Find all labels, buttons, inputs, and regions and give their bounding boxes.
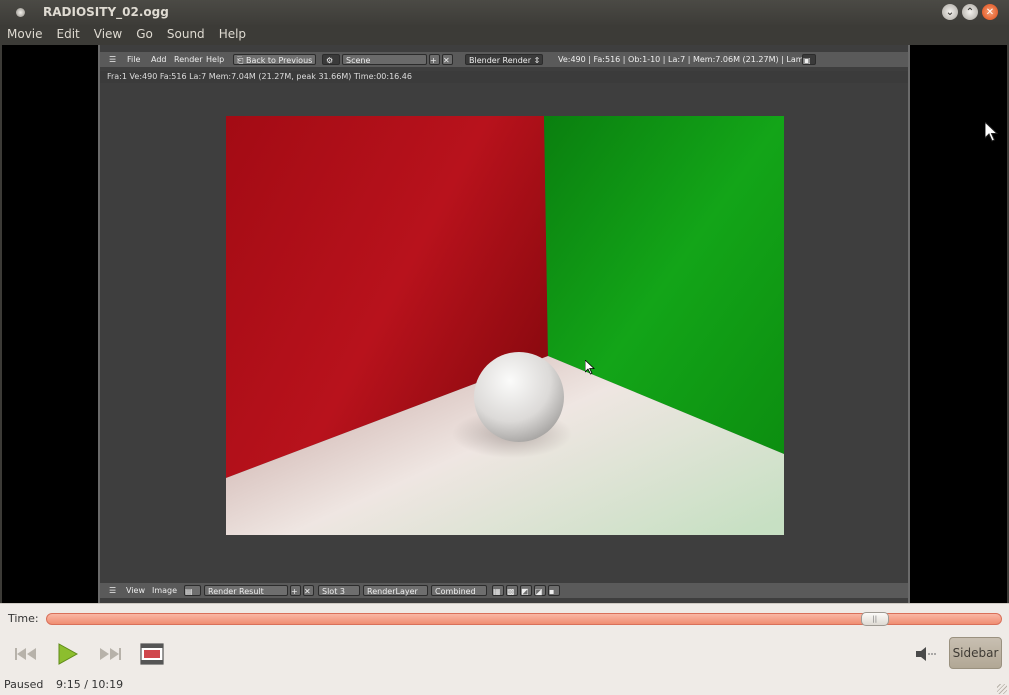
alpha-icon: ▦ [492,585,504,596]
blender-footer-image: Image [152,586,178,595]
mouse-pointer-icon [985,122,999,142]
scene-remove-icon: ✕ [442,54,453,65]
render-result-image [226,116,784,535]
pin-icon: ◪ [534,585,546,596]
blender-window-frame: ☰ File Add Render Help ⎗ Back to Previou… [98,45,910,603]
menu-help[interactable]: Help [212,25,253,45]
menu-view[interactable]: View [87,25,129,45]
blender-menu-help: Help [206,55,225,64]
render-engine-label: Blender Render [469,56,532,65]
render-result-field: Render Result [204,585,288,596]
blender-menu-render: Render [174,55,203,64]
back-to-previous-label: Back to Previous [245,56,313,65]
footer-grip-icon: ☰ [109,586,117,595]
fullscreen-button[interactable] [139,641,165,667]
next-icon [100,648,121,660]
blender-footer: ☰ View Image ▤ Render Result + ✕ Slot 3 … [100,583,908,598]
playback-status: Paused [4,678,44,691]
volume-icon [916,647,936,661]
statusbar: Paused 9:15 / 10:19 [0,677,1009,695]
image-type-icon: ▤ [184,585,201,596]
resize-grip-icon[interactable] [997,684,1007,694]
header-grip-icon: ☰ [109,55,117,64]
maximize-button[interactable]: ⌃ [962,4,978,20]
previous-icon [15,648,36,660]
back-icon: ⎗ [237,56,246,65]
brush-icon: ◩ [520,585,532,596]
next-button[interactable] [96,641,124,667]
seek-thumb[interactable]: || [860,612,889,626]
render-layer-select: RenderLayer [363,585,428,596]
back-to-previous-button: ⎗ Back to Previous [233,54,317,65]
window-titlebar: RADIOSITY_02.ogg ⌄ ⌃ ✕ [0,0,1009,25]
close-button[interactable]: ✕ [982,4,998,20]
playback-time: 9:15 / 10:19 [56,678,124,691]
render-info-bar: Fra:1 Ve:490 Fa:516 La:7 Mem:7.04M (21.2… [100,71,908,83]
image-remove-icon: ✕ [303,585,314,596]
screen-icon: ▣ [802,54,816,65]
fullscreen-icon [140,643,164,665]
cursor-icon [585,360,595,375]
sidebar-button[interactable]: Sidebar [949,637,1002,669]
window-menu-icon[interactable] [16,8,25,17]
checker-icon: ▩ [506,585,518,596]
blender-menu-add: Add [151,55,167,64]
menu-edit[interactable]: Edit [50,25,87,45]
blender-stats: Ve:490 | Fa:516 | Ob:1-10 | La:7 | Mem:7… [558,55,809,64]
scene-type-icon: ⚙ [322,54,340,65]
window-title: RADIOSITY_02.ogg [43,5,169,19]
render-engine-select: Blender Render ⇕ [465,54,543,65]
select-arrows-icon: ⇕ [533,56,541,65]
volume-button[interactable] [912,641,938,667]
slot-select: Slot 3 [318,585,360,596]
menu-movie[interactable]: Movie [0,25,50,45]
play-button[interactable] [53,641,81,667]
scopes-icon: ▪ [548,585,560,596]
menubar: Movie Edit View Go Sound Help [0,25,1009,45]
sphere [474,352,564,442]
cornell-box-render [226,116,784,535]
video-display[interactable]: ☰ File Add Render Help ⎗ Back to Previou… [2,45,1007,603]
scene-add-icon: + [429,54,440,65]
image-add-icon: + [290,585,301,596]
previous-button[interactable] [12,641,40,667]
render-pass-select: Combined [431,585,487,596]
seek-bar[interactable] [46,613,1002,625]
scene-field: Scene [342,54,427,65]
blender-header: ☰ File Add Render Help ⎗ Back to Previou… [100,52,908,67]
player-controls: Time: || Sidebar Paused 9:15 / 10:19 [0,603,1009,695]
time-label: Time: [8,612,39,625]
menu-go[interactable]: Go [129,25,160,45]
play-icon [58,643,78,665]
blender-menu-file: File [127,55,141,64]
menu-sound[interactable]: Sound [160,25,212,45]
blender-footer-view: View [126,586,145,595]
minimize-button[interactable]: ⌄ [942,4,958,20]
